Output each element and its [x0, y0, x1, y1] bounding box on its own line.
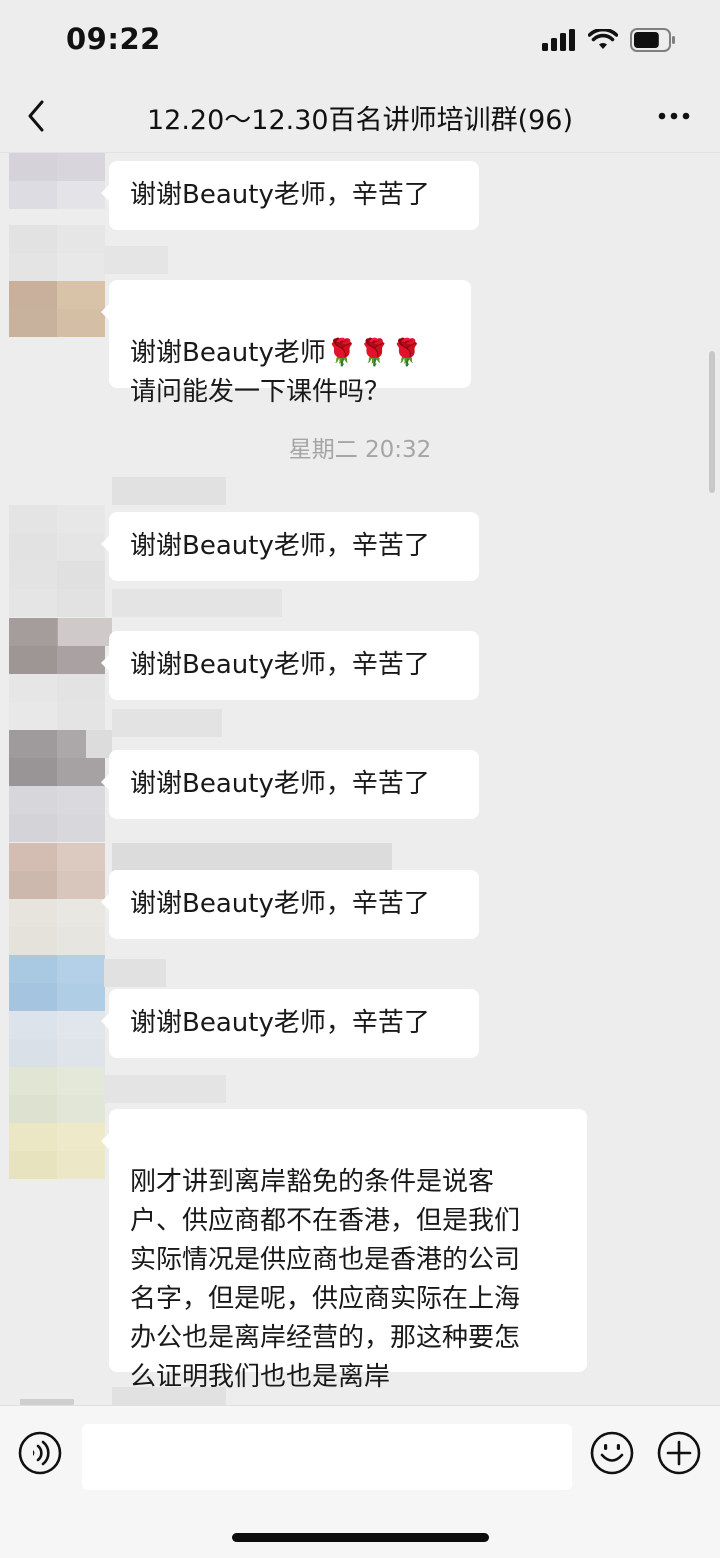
sender-name-blurred	[104, 959, 166, 987]
message-text: 谢谢Beauty老师，辛苦了	[130, 531, 430, 561]
avatar[interactable]	[9, 955, 105, 1011]
home-indicator[interactable]	[232, 1533, 489, 1542]
avatar	[9, 786, 105, 842]
avatar[interactable]	[9, 1067, 105, 1123]
avatar[interactable]	[9, 281, 105, 337]
message-text: 谢谢Beauty老师，辛苦了	[130, 889, 430, 919]
message-bubble[interactable]: 刚才讲到离岸豁免的条件是说客 户、供应商都不在香港，但是我们 实际情况是供应商也…	[101, 1109, 587, 1392]
status-icons	[542, 28, 676, 52]
message-text: 谢谢Beauty老师，辛苦了	[130, 1008, 430, 1038]
plus-icon[interactable]	[656, 1430, 702, 1476]
avatar[interactable]	[9, 843, 105, 899]
avatar	[9, 1011, 105, 1067]
sender-name-blurred	[58, 618, 112, 646]
avatar	[9, 674, 105, 730]
more-dots-icon[interactable]	[654, 98, 694, 134]
sender-name-blurred	[112, 477, 226, 505]
chat-title: 12.20～12.30百名讲师培训群(96)	[146, 105, 573, 136]
sender-name-blurred	[112, 589, 282, 617]
message-text: 谢谢Beauty老师，辛苦了	[130, 180, 430, 210]
avatar	[9, 561, 105, 617]
message-bubble[interactable]: 谢谢Beauty老师，辛苦了	[101, 161, 479, 230]
avatar[interactable]	[9, 505, 105, 561]
message-bubble[interactable]: 谢谢Beauty老师，辛苦了	[101, 989, 479, 1058]
scrollbar[interactable]	[709, 351, 715, 493]
battery-icon	[630, 28, 675, 52]
avatar	[9, 1123, 105, 1179]
message-text: 谢谢Beauty老师，辛苦了	[130, 650, 430, 680]
timestamp: 星期二 20:32	[288, 437, 432, 463]
message-bubble[interactable]: 谢谢Beauty老师，辛苦了	[101, 750, 479, 819]
message-text: 谢谢Beauty老师，辛苦了	[130, 769, 430, 799]
message-bubble[interactable]: 谢谢Beauty老师，辛苦了	[101, 631, 479, 700]
message-bubble[interactable]: 谢谢Beauty老师🌹🌹🌹 请问能发一下课件吗？	[101, 280, 471, 407]
status-bar: 09:22	[0, 0, 720, 82]
message-bubble[interactable]: 谢谢Beauty老师，辛苦了	[101, 512, 479, 581]
signal-icon	[542, 29, 575, 51]
avatar	[9, 899, 105, 955]
input-bar	[0, 1405, 720, 1558]
wifi-icon	[588, 29, 618, 49]
sender-name-blurred	[112, 843, 392, 871]
sender-name-blurred	[86, 730, 112, 758]
message-bubble[interactable]: 谢谢Beauty老师，辛苦了	[101, 870, 479, 939]
avatar	[9, 225, 105, 281]
avatar[interactable]	[9, 153, 105, 209]
sender-name-blurred	[112, 709, 222, 737]
voice-icon[interactable]	[17, 1430, 63, 1476]
message-text: 谢谢Beauty老师🌹🌹🌹 请问能发一下课件吗？	[130, 338, 423, 407]
message-text: 刚才讲到离岸豁免的条件是说客 户、供应商都不在香港，但是我们 实际情况是供应商也…	[130, 1167, 521, 1392]
status-time: 09:22	[66, 22, 161, 56]
message-input[interactable]	[82, 1424, 572, 1490]
sender-name-blurred	[104, 1075, 226, 1103]
nav-bar: 12.20～12.30百名讲师培训群(96)	[0, 82, 720, 153]
sender-name-blurred	[104, 246, 168, 274]
emoji-icon[interactable]	[589, 1430, 635, 1476]
chat-message-list[interactable]: 谢谢Beauty老师，辛苦了 谢谢Beauty老师🌹🌹🌹 请问能发一下课件吗？ …	[0, 153, 720, 1405]
